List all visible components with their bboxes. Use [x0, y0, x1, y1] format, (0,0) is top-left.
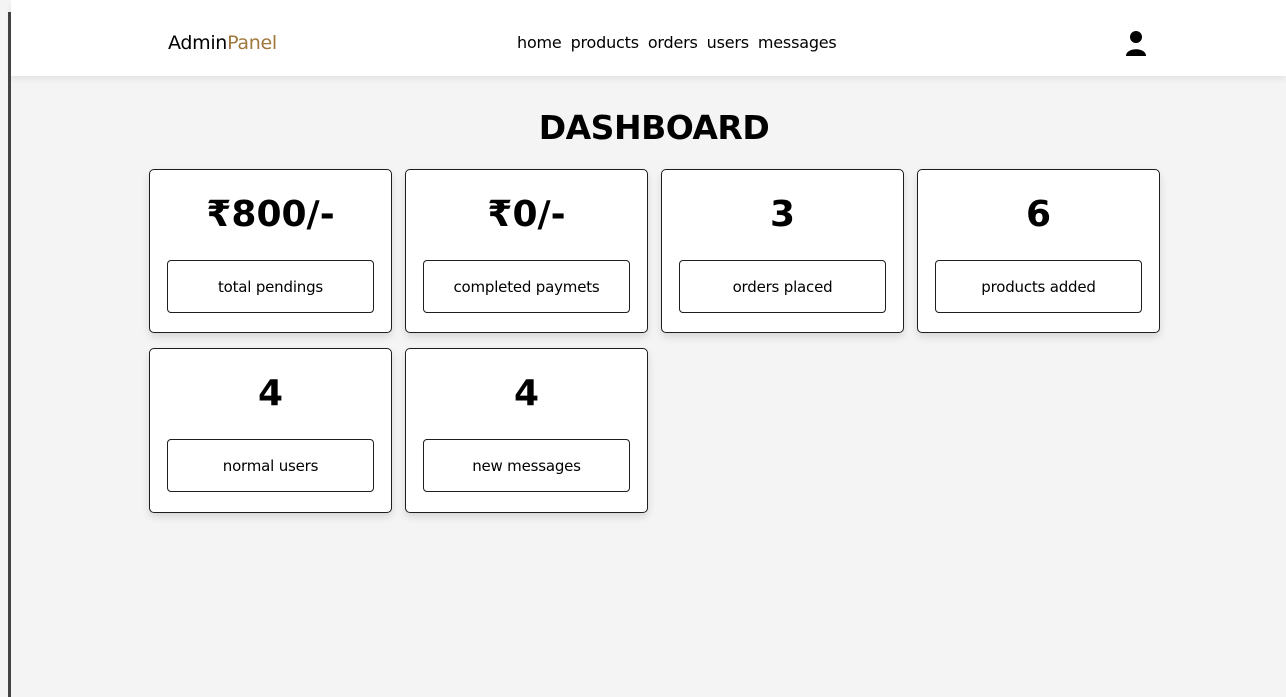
stat-card-orders-placed: 3 orders placed [661, 169, 904, 333]
stat-card-products-added: 6 products added [917, 169, 1160, 333]
stat-label-button[interactable]: total pendings [167, 260, 374, 313]
stat-card-normal-users: 4 normal users [149, 348, 392, 513]
stat-card-completed-payments: ₹0/- completed paymets [405, 169, 648, 333]
logo[interactable]: AdminPanel [168, 31, 277, 55]
logo-main-text: Admin [168, 32, 228, 54]
user-icon[interactable] [1125, 30, 1147, 58]
nav-link-users[interactable]: users [707, 32, 749, 54]
stat-value: 4 [257, 373, 284, 414]
stat-card-total-pendings: ₹800/- total pendings [149, 169, 392, 333]
nav-link-messages[interactable]: messages [758, 32, 837, 54]
nav-link-products[interactable]: products [571, 32, 639, 54]
stat-value: 6 [1025, 194, 1052, 235]
stat-value: ₹0/- [487, 194, 566, 235]
stat-card-new-messages: 4 new messages [405, 348, 648, 513]
page-title: DASHBOARD [538, 108, 770, 147]
main-navigation: home products orders users messages [517, 32, 846, 54]
stat-label-button[interactable]: products added [935, 260, 1142, 313]
stat-value: 4 [513, 373, 540, 414]
stat-label-button[interactable]: orders placed [679, 260, 886, 313]
stat-label-button[interactable]: completed paymets [423, 260, 630, 313]
stat-value: 3 [769, 194, 796, 235]
nav-link-home[interactable]: home [517, 32, 562, 54]
header: AdminPanel home products orders users me… [11, 0, 1286, 76]
user-icon-graphic [1126, 31, 1146, 56]
logo-accent-text: Panel [227, 32, 277, 54]
stat-value: ₹800/- [206, 194, 335, 235]
stat-label-button[interactable]: normal users [167, 439, 374, 492]
stat-label-button[interactable]: new messages [423, 439, 630, 492]
nav-link-orders[interactable]: orders [648, 32, 698, 54]
